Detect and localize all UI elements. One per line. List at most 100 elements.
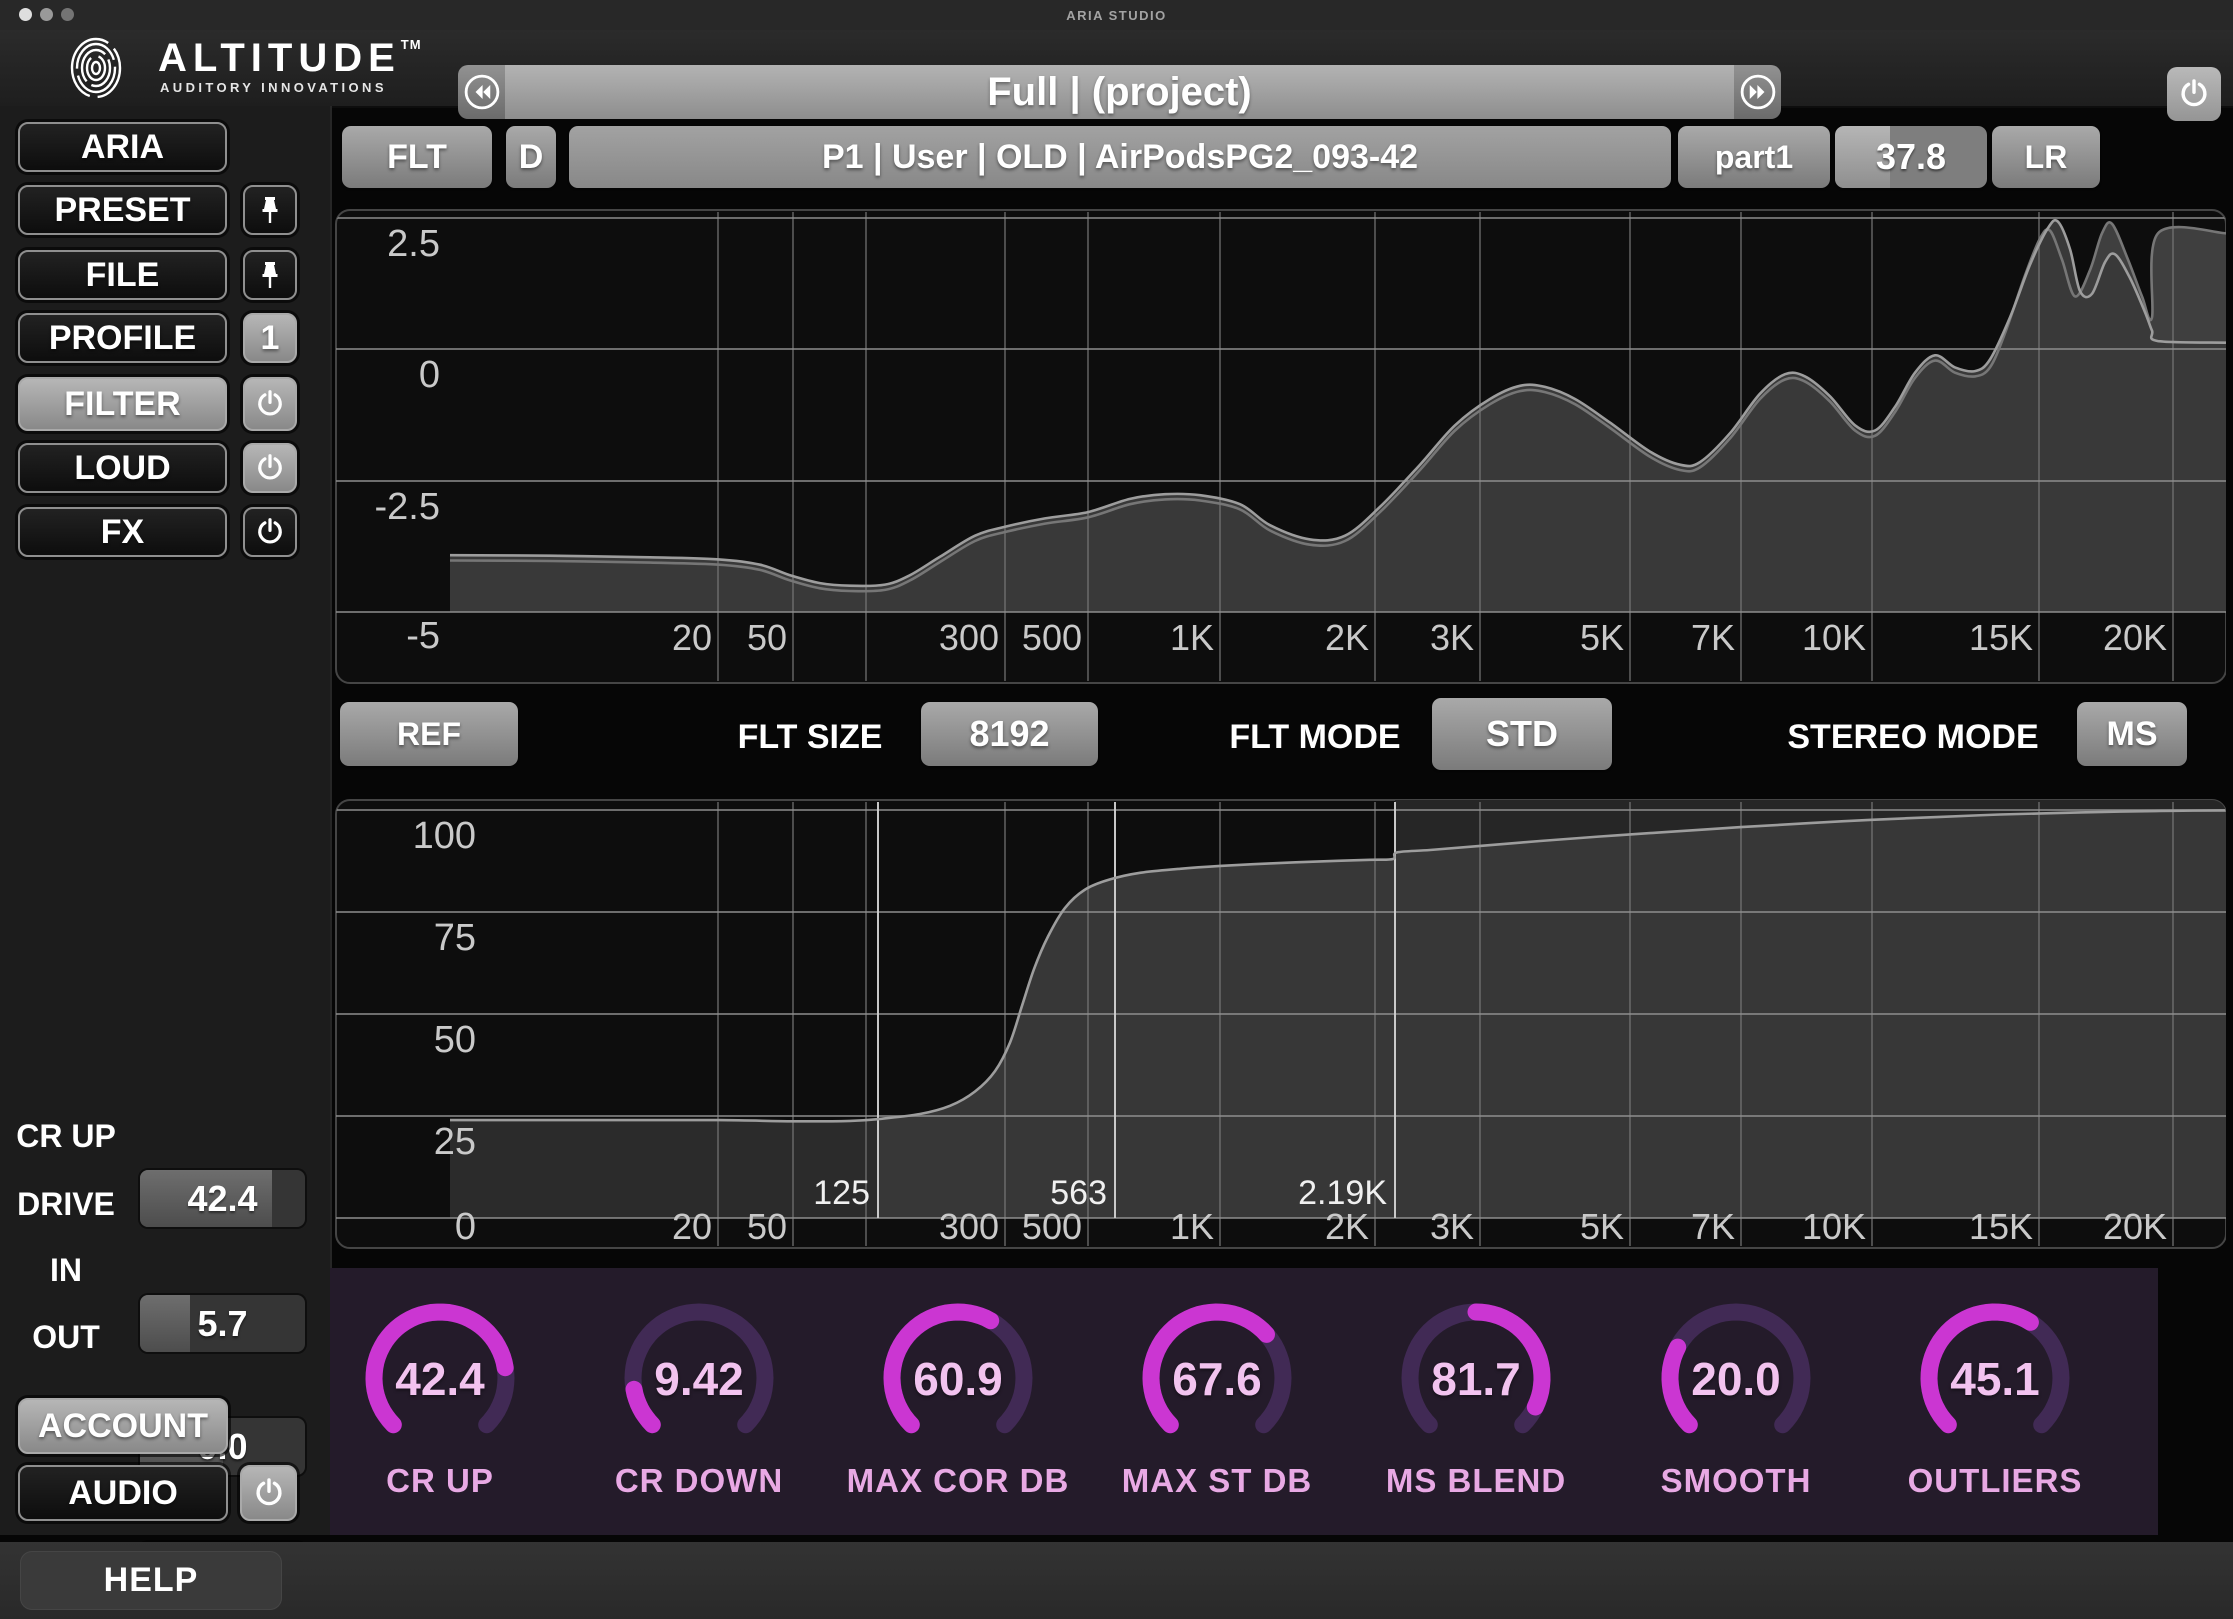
knob-outliers[interactable]: 45.1 OUTLIERS	[1885, 1280, 2105, 1530]
axis-label: 25	[434, 1121, 476, 1163]
power-icon	[252, 1476, 286, 1510]
double-left-arrow-icon	[462, 72, 502, 112]
axis-label: -5	[406, 615, 440, 657]
next-preset-button[interactable]	[1734, 65, 1781, 119]
knob-value: 20.0	[1626, 1352, 1846, 1406]
sidebar-item-preset[interactable]: PRESET	[18, 185, 227, 235]
knob-label: MAX ST DB	[1077, 1462, 1357, 1500]
knob-smooth[interactable]: 20.0 SMOOTH	[1626, 1280, 1846, 1530]
profile-number-badge[interactable]: 1	[243, 313, 297, 363]
power-icon	[254, 452, 286, 484]
filter-power-button[interactable]	[243, 377, 297, 431]
sidebar-item-fx[interactable]: FX	[18, 507, 227, 557]
filter-response-chart[interactable]: 2.50-2.5-520503005001K2K3K5K7K10K15K20K	[330, 205, 2226, 685]
axis-label: 50	[434, 1019, 476, 1061]
out-io-label: OUT	[0, 1319, 132, 1356]
axis-label: 300	[939, 617, 999, 658]
audio-power-button[interactable]	[240, 1465, 297, 1521]
knob-value: 42.4	[330, 1352, 550, 1406]
axis-label: 3K	[1430, 1206, 1474, 1247]
previous-preset-button[interactable]	[458, 65, 505, 119]
knob-label: OUTLIERS	[1855, 1462, 2135, 1500]
macos-titlebar: ARIA STUDIO	[0, 0, 2233, 31]
stereo-mode-value-button[interactable]: MS	[2077, 702, 2187, 766]
axis-label: 20K	[2103, 617, 2167, 658]
axis-label: 500	[1022, 1206, 1082, 1247]
axis-label: 125	[813, 1174, 870, 1212]
stereo-mode-label: STEREO MODE	[1778, 718, 2048, 757]
sidebar-item-filter[interactable]: FILTER	[18, 377, 227, 431]
ref-button[interactable]: REF	[340, 702, 518, 766]
axis-label: 3K	[1430, 617, 1474, 658]
sidebar-item-loud[interactable]: LOUD	[18, 443, 227, 493]
help-bar: HELP	[0, 1542, 2233, 1619]
sidebar-item-aria[interactable]: ARIA	[18, 122, 227, 172]
knob-label: CR DOWN	[559, 1462, 839, 1500]
delta-button[interactable]: D	[506, 126, 556, 188]
pin-preset-button[interactable]	[243, 185, 297, 235]
altitude-logo-icon	[66, 36, 130, 100]
audio-button[interactable]: AUDIO	[18, 1465, 228, 1521]
axis-label: 7K	[1691, 617, 1735, 658]
brand-name: ALTITUDETM	[158, 36, 422, 81]
knob-value: 81.7	[1366, 1352, 1586, 1406]
axis-label: 20K	[2103, 1206, 2167, 1247]
trademark: TM	[401, 37, 422, 52]
filter-amount-value: 37.8	[1835, 126, 1987, 188]
axis-label: 2.5	[387, 223, 440, 265]
axis-label: 2K	[1325, 1206, 1369, 1247]
flt-size-value-button[interactable]: 8192	[921, 702, 1098, 766]
knob-cr-down[interactable]: 9.42 CR DOWN	[589, 1280, 809, 1530]
flt-size-label: FLT SIZE	[700, 718, 920, 757]
preset-title-bar[interactable]: Full | (project)	[505, 65, 1734, 119]
axis-label: 50	[747, 617, 787, 658]
slider-value: 5.7	[140, 1295, 305, 1352]
knob-value: 45.1	[1885, 1352, 2105, 1406]
account-button[interactable]: ACCOUNT	[18, 1398, 228, 1454]
loud-power-button[interactable]	[243, 443, 297, 493]
double-right-arrow-icon	[1738, 72, 1778, 112]
axis-label: 100	[413, 815, 476, 857]
in-io-label: IN	[0, 1252, 132, 1289]
axis-label: 20	[672, 617, 712, 658]
axis-label: 2.19K	[1298, 1174, 1387, 1212]
knob-max-st-db[interactable]: 67.6 MAX ST DB	[1107, 1280, 1327, 1530]
axis-label: 2K	[1325, 617, 1369, 658]
flt-mode-value-button[interactable]: STD	[1432, 698, 1612, 770]
part-selector[interactable]: part1	[1678, 126, 1830, 188]
drive-io-slider[interactable]: 5.7	[140, 1295, 305, 1352]
axis-label: 20	[672, 1206, 712, 1247]
drive-io-label: DRIVE	[0, 1186, 132, 1223]
help-button[interactable]: HELP	[20, 1551, 282, 1610]
axis-label: 1K	[1170, 617, 1214, 658]
axis-label: 5K	[1580, 1206, 1624, 1247]
axis-label: 15K	[1969, 1206, 2033, 1247]
master-power-button[interactable]	[2167, 67, 2221, 121]
axis-label: 75	[434, 917, 476, 959]
filter-amount-slider[interactable]: 37.8	[1835, 126, 1987, 188]
knob-value: 9.42	[589, 1352, 809, 1406]
app-header: ALTITUDETM AUDITORY INNOVATIONS Full | (…	[0, 30, 2233, 108]
brand-tagline: AUDITORY INNOVATIONS	[160, 80, 387, 95]
cr-up-io-slider[interactable]: 42.4	[140, 1170, 305, 1227]
knob-label: CR UP	[300, 1462, 580, 1500]
axis-label: 10K	[1802, 1206, 1866, 1247]
axis-label: 15K	[1969, 617, 2033, 658]
axis-label: 7K	[1691, 1206, 1735, 1247]
sidebar-item-profile[interactable]: PROFILE	[18, 313, 227, 363]
knob-max-cor-db[interactable]: 60.9 MAX COR DB	[848, 1280, 1068, 1530]
knob-label: MAX COR DB	[818, 1462, 1098, 1500]
fx-power-button[interactable]	[243, 507, 297, 557]
lr-channel-button[interactable]: LR	[1992, 126, 2100, 188]
correction-curve-chart[interactable]: 100755025020503005001K2K3K5K7K10K15K20K1…	[330, 795, 2226, 1250]
flt-button[interactable]: FLT	[342, 126, 492, 188]
power-icon	[254, 388, 286, 420]
knob-cr-up[interactable]: 42.4 CR UP	[330, 1280, 550, 1530]
power-icon	[2177, 77, 2211, 111]
filter-title-field[interactable]: P1 | User | OLD | AirPodsPG2_093-42	[569, 126, 1671, 188]
pin-file-button[interactable]	[243, 250, 297, 300]
knob-ms-blend[interactable]: 81.7 MS BLEND	[1366, 1280, 1586, 1530]
sidebar-item-file[interactable]: FILE	[18, 250, 227, 300]
axis-label: 5K	[1580, 617, 1624, 658]
window-title: ARIA STUDIO	[0, 8, 2233, 23]
